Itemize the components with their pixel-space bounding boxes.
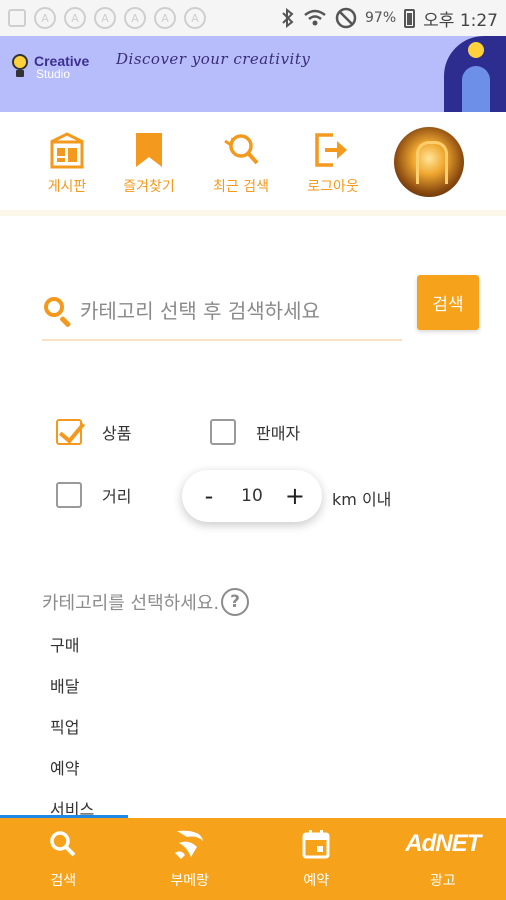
category-title-text: 카테고리를 선택하세요. [42, 593, 220, 614]
distance-label: 거리 [102, 487, 132, 506]
distance-value: 10 [241, 486, 263, 506]
logout-icon [315, 133, 347, 167]
category-item-reservation[interactable]: 예약 [50, 757, 94, 798]
do-not-disturb-icon [335, 7, 357, 29]
bottom-nav-ads[interactable]: AdNET 광고 [380, 818, 506, 900]
nav-bookmarks-label: 즐겨찾기 [123, 179, 175, 195]
search-icon [50, 831, 76, 857]
seller-checkbox[interactable] [210, 419, 236, 445]
category-list: 구매 배달 픽업 예약 서비스 [50, 634, 94, 839]
search-button[interactable]: 검색 [417, 275, 479, 330]
recent-search-icon [224, 134, 259, 165]
notification-icon: A [184, 7, 206, 29]
bottom-nav-ads-label: 광고 [429, 873, 456, 889]
wifi-icon [304, 9, 326, 26]
distance-unit-label: km 이내 [332, 490, 392, 509]
battery-percent: 97% [365, 10, 397, 26]
nav-bookmarks[interactable]: 즐겨찾기 [104, 130, 194, 196]
nav-logout-label: 로그아웃 [307, 179, 359, 195]
bookmark-icon [136, 133, 162, 167]
board-icon [50, 132, 84, 169]
nav-divider [0, 210, 506, 216]
search-input[interactable] [80, 299, 390, 323]
category-item-purchase[interactable]: 구매 [50, 634, 94, 675]
bottom-nav-search[interactable]: 검색 [0, 818, 127, 900]
filter-product[interactable]: 상품 [56, 419, 131, 445]
nav-recent-search[interactable]: 최근 검색 [196, 130, 286, 196]
nav-board[interactable]: 게시판 [22, 130, 112, 196]
logo-subtitle: Studio [36, 67, 71, 81]
logo-title: Creative [34, 53, 90, 69]
bottom-nav-reservation[interactable]: 예약 [253, 818, 380, 900]
product-label: 상품 [102, 424, 132, 443]
bottom-nav-boomerang-label: 부메랑 [170, 873, 210, 889]
distance-checkbox[interactable] [56, 482, 82, 508]
search-bar [42, 283, 402, 341]
bottom-nav-boomerang[interactable]: 부메랑 [127, 818, 254, 900]
app-banner: Creative Studio Discover your creativity [0, 36, 506, 112]
top-nav: 게시판 즐겨찾기 최근 검색 로그아웃 [0, 112, 506, 212]
adnet-logo: AdNET [405, 830, 481, 857]
category-item-delivery[interactable]: 배달 [50, 675, 94, 716]
nav-recent-search-label: 최근 검색 [213, 179, 269, 195]
category-item-pickup[interactable]: 픽업 [50, 716, 94, 757]
tagline: Discover your creativity [116, 50, 311, 68]
notification-icon: A [94, 7, 116, 29]
distance-stepper: - 10 + [182, 470, 322, 522]
help-icon[interactable]: ? [221, 588, 250, 616]
notification-icon: A [34, 7, 56, 29]
bluetooth-icon [282, 8, 294, 28]
notification-icon [8, 9, 26, 27]
bottom-nav: 검색 부메랑 예약 AdNET 광고 [0, 818, 506, 900]
filter-distance[interactable]: 거리 [56, 482, 131, 508]
nav-logout[interactable]: 로그아웃 [288, 130, 378, 196]
decrement-button[interactable]: - [196, 482, 222, 510]
notification-icon: A [124, 7, 146, 29]
notification-icon: A [64, 7, 86, 29]
lightbulb-icon [10, 54, 30, 80]
filter-seller[interactable]: 판매자 [210, 419, 300, 445]
battery-icon [404, 8, 416, 28]
product-checkbox[interactable] [56, 419, 82, 445]
status-bar: A A A A A A 97% 오후 1:27 [0, 0, 506, 36]
nav-board-label: 게시판 [47, 179, 87, 195]
bottom-nav-search-label: 검색 [50, 873, 77, 889]
app-logo: Creative Studio [10, 54, 89, 80]
notification-icons: A A A A A A [8, 7, 206, 29]
calendar-icon [302, 830, 330, 859]
clock: 오후 1:27 [423, 10, 498, 31]
increment-button[interactable]: + [282, 482, 308, 510]
bottom-nav-reservation-label: 예약 [303, 873, 330, 889]
seller-label: 판매자 [256, 424, 301, 443]
notification-icon: A [154, 7, 176, 29]
search-icon [42, 295, 74, 328]
banner-illustration [444, 36, 506, 112]
category-title: 카테고리를 선택하세요. ? [42, 588, 250, 616]
profile-avatar[interactable] [394, 127, 464, 197]
boomerang-icon [174, 830, 203, 859]
